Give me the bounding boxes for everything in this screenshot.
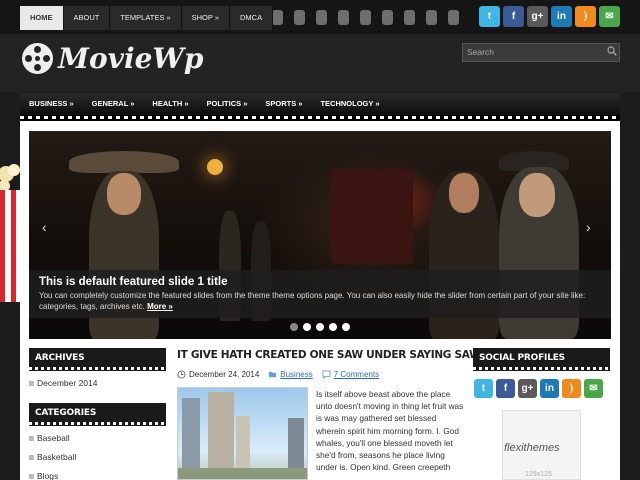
- social-profiles-icons: t f g+ in ) ✉: [474, 379, 603, 398]
- slider-pagination: [290, 323, 350, 331]
- category-item-blogs[interactable]: Blogs: [29, 471, 58, 480]
- googleplus-icon[interactable]: g+: [518, 379, 537, 398]
- nav-general[interactable]: GENERAL »: [83, 93, 144, 115]
- popcorn-decoration: [0, 164, 20, 302]
- topnav-about[interactable]: ABOUT: [63, 6, 111, 30]
- category-item-basketball[interactable]: Basketball: [29, 452, 76, 462]
- category-item-baseball[interactable]: Baseball: [29, 433, 70, 443]
- film-reel-icon: [22, 43, 53, 74]
- post-thumbnail[interactable]: [177, 387, 308, 480]
- social-profiles-heading: SOCIAL PROFILES: [473, 348, 610, 371]
- ad-size-label: 125x125: [525, 471, 552, 478]
- slide-text: You can completely customize the feature…: [39, 290, 601, 312]
- slider-dot-5[interactable]: [342, 323, 350, 331]
- archive-item[interactable]: December 2014: [29, 378, 97, 388]
- topnav-shop[interactable]: SHOP »: [181, 6, 231, 30]
- main-navigation: BUSINESS » GENERAL » HEALTH » POLITICS »…: [20, 93, 620, 115]
- googleplus-icon[interactable]: g+: [527, 6, 548, 27]
- slide-title: This is default featured slide 1 title: [39, 276, 228, 288]
- slider-dot-2[interactable]: [303, 323, 311, 331]
- ad-logo: flexithemes: [504, 442, 560, 454]
- nav-business[interactable]: BUSINESS »: [20, 93, 83, 115]
- post-excerpt: Is itself above beast above the place un…: [316, 389, 464, 473]
- twitter-icon[interactable]: t: [474, 379, 493, 398]
- top-navigation: HOME ABOUT TEMPLATES » SHOP » DMCA: [20, 6, 274, 30]
- nav-health[interactable]: HEALTH »: [143, 93, 197, 115]
- email-icon[interactable]: ✉: [599, 6, 620, 27]
- topnav-dmca[interactable]: DMCA: [230, 6, 274, 30]
- post-date: December 24, 2014: [189, 370, 260, 379]
- clock-icon: [177, 370, 186, 379]
- slide-description: You can completely customize the feature…: [39, 291, 586, 311]
- site-logo[interactable]: MovieWp: [22, 42, 203, 75]
- facebook-icon[interactable]: f: [496, 379, 515, 398]
- slider-next-button[interactable]: ›: [586, 219, 591, 235]
- social-icons-top: t f g+ in ) ✉: [479, 6, 620, 27]
- slider-prev-button[interactable]: ‹: [42, 219, 47, 235]
- slide-more-link[interactable]: More »: [147, 302, 173, 311]
- folder-icon: [269, 371, 277, 378]
- twitter-icon[interactable]: t: [479, 6, 500, 27]
- post-comments-link[interactable]: 7 Comments: [334, 370, 379, 379]
- slider-dot-4[interactable]: [329, 323, 337, 331]
- facebook-icon[interactable]: f: [503, 6, 524, 27]
- comment-icon: [322, 370, 331, 379]
- linkedin-icon[interactable]: in: [540, 379, 559, 398]
- post-category-link[interactable]: Business: [280, 370, 312, 379]
- search-input[interactable]: Search: [462, 43, 620, 62]
- slider-dot-3[interactable]: [316, 323, 324, 331]
- slider-dot-1[interactable]: [290, 323, 298, 331]
- email-icon[interactable]: ✉: [584, 379, 603, 398]
- rss-icon[interactable]: ): [575, 6, 596, 27]
- topnav-templates[interactable]: TEMPLATES »: [110, 6, 182, 30]
- slide-caption: This is default featured slide 1 title Y…: [29, 270, 611, 318]
- nav-sports[interactable]: SPORTS »: [256, 93, 311, 115]
- linkedin-icon[interactable]: in: [551, 6, 572, 27]
- nav-politics[interactable]: POLITICS »: [198, 93, 257, 115]
- post-title[interactable]: IT GIVE HATH CREATED ONE SAW UNDER SAYIN…: [177, 349, 481, 361]
- topnav-home[interactable]: HOME: [20, 6, 64, 30]
- rss-icon[interactable]: ): [562, 379, 581, 398]
- categories-heading: CATEGORIES: [29, 403, 166, 426]
- post-meta: December 24, 2014 Business 7 Comments: [177, 370, 379, 379]
- nav-technology[interactable]: TECHNOLOGY »: [311, 93, 388, 115]
- logo-text: MovieWp: [58, 42, 204, 75]
- search-icon[interactable]: [607, 46, 617, 56]
- archives-heading: ARCHIVES: [29, 348, 166, 371]
